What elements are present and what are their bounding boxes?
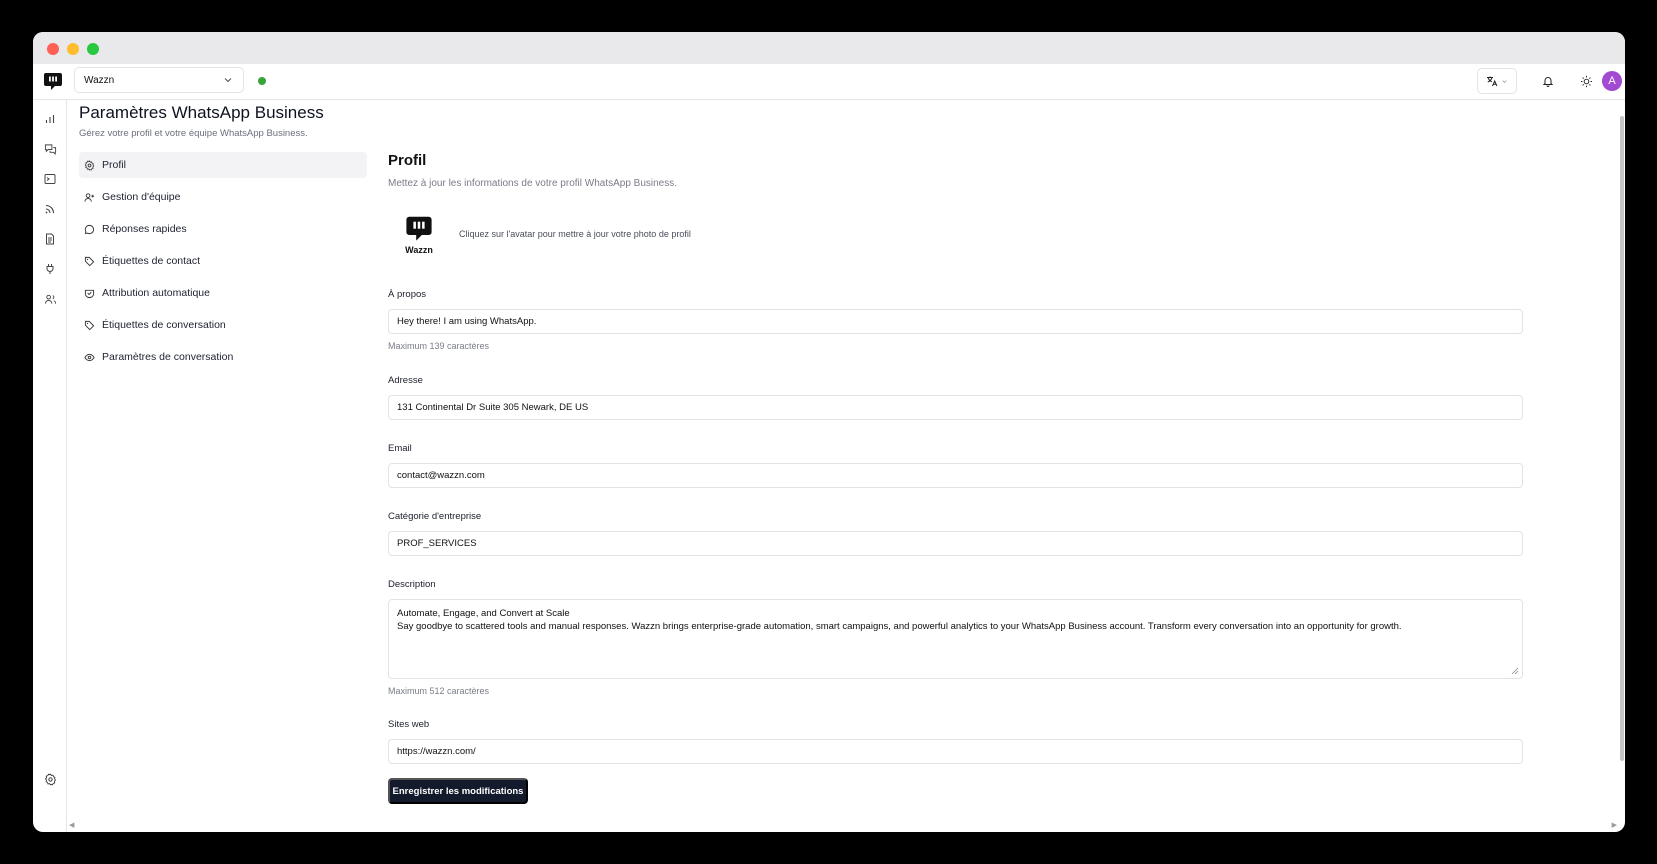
icon-sidebar bbox=[33, 100, 67, 832]
vertical-scrollbar[interactable] bbox=[1619, 116, 1625, 761]
scroll-right-icon[interactable]: ▶ bbox=[1612, 821, 1617, 829]
websites-input[interactable]: https://wazzn.com/ bbox=[388, 739, 1523, 764]
page-title: Paramètres WhatsApp Business bbox=[79, 103, 324, 122]
theme-toggle-button[interactable] bbox=[1575, 70, 1597, 92]
settings-subnav: Profil Gestion d'équipe Réponses rapides… bbox=[79, 152, 367, 376]
subnav-item-label: Paramètres de conversation bbox=[102, 351, 234, 363]
subnav-item-team[interactable]: Gestion d'équipe bbox=[79, 184, 367, 210]
subnav-item-label: Étiquettes de conversation bbox=[102, 319, 226, 331]
profile-avatar[interactable]: Wazzn bbox=[388, 214, 450, 255]
section-description: Mettez à jour les informations de votre … bbox=[388, 178, 678, 189]
tag-icon bbox=[84, 320, 95, 330]
bar-chart-icon[interactable] bbox=[41, 110, 59, 128]
subnav-item-quick-replies[interactable]: Réponses rapides bbox=[79, 216, 367, 242]
about-field-group: À propos Hey there! I am using WhatsApp.… bbox=[388, 284, 1523, 351]
workspace-select-value: Wazzn bbox=[84, 74, 115, 86]
chat-bubble-icon bbox=[84, 224, 95, 234]
subnav-item-conversation-tags[interactable]: Étiquettes de conversation bbox=[79, 312, 367, 338]
translate-icon bbox=[1487, 76, 1498, 87]
title-bar bbox=[33, 32, 1625, 64]
description-label: Description bbox=[388, 579, 436, 590]
subnav-item-label: Attribution automatique bbox=[102, 287, 210, 299]
profile-avatar-name: Wazzn bbox=[405, 244, 433, 255]
top-bar: Wazzn A bbox=[33, 64, 1625, 100]
about-label: À propos bbox=[388, 289, 427, 300]
messages-icon[interactable] bbox=[41, 140, 59, 158]
description-field-group: Description Automate, Engage, and Conver… bbox=[388, 574, 1523, 696]
profile-avatar-row: Wazzn Cliquez sur l'avatar pour mettre à… bbox=[388, 211, 1523, 257]
about-helper: Maximum 139 caractères bbox=[388, 341, 490, 351]
document-icon[interactable] bbox=[41, 230, 59, 248]
plug-icon[interactable] bbox=[41, 260, 59, 278]
connection-status-dot bbox=[258, 77, 266, 85]
subnav-item-conversation-settings[interactable]: Paramètres de conversation bbox=[79, 344, 367, 370]
subnav-item-label: Gestion d'équipe bbox=[102, 191, 181, 203]
language-button[interactable] bbox=[1477, 68, 1517, 94]
subnav-item-label: Étiquettes de contact bbox=[102, 255, 201, 267]
category-input[interactable]: PROF_SERVICES bbox=[388, 531, 1523, 556]
terminal-icon[interactable] bbox=[41, 170, 59, 188]
workspace-select[interactable]: Wazzn bbox=[74, 67, 244, 93]
subnav-item-label: Profil bbox=[102, 159, 126, 171]
rss-icon[interactable] bbox=[41, 200, 59, 218]
subnav-item-contact-tags[interactable]: Étiquettes de contact bbox=[79, 248, 367, 274]
subnav-item-profil[interactable]: Profil bbox=[79, 152, 367, 178]
category-label: Catégorie d'entreprise bbox=[388, 511, 482, 522]
notifications-button[interactable] bbox=[1537, 70, 1559, 92]
minimize-window-button[interactable] bbox=[67, 43, 79, 55]
subnav-item-auto-assign[interactable]: Attribution automatique bbox=[79, 280, 367, 306]
address-field-group: Adresse 131 Continental Dr Suite 305 New… bbox=[388, 370, 1523, 420]
maximize-window-button[interactable] bbox=[87, 43, 99, 55]
category-field-group: Catégorie d'entreprise PROF_SERVICES bbox=[388, 506, 1523, 556]
profile-avatar-hint: Cliquez sur l'avatar pour mettre à jour … bbox=[459, 229, 691, 239]
email-field-group: Email contact@wazzn.com bbox=[388, 438, 1523, 488]
scroll-left-icon[interactable]: ◀ bbox=[69, 821, 74, 829]
shield-check-icon bbox=[84, 289, 95, 298]
description-line-1: Automate, Engage, and Convert at Scale bbox=[397, 608, 570, 619]
subnav-item-label: Réponses rapides bbox=[102, 223, 187, 235]
websites-label: Sites web bbox=[388, 719, 430, 730]
horizontal-scrollbar[interactable]: ◀ ▶ bbox=[69, 820, 1617, 830]
address-label: Adresse bbox=[388, 375, 423, 386]
wazzn-logo-icon bbox=[406, 216, 432, 241]
app-window: Wazzn A Paramètres WhatsApp Business Gér… bbox=[33, 32, 1625, 832]
email-label: Email bbox=[388, 443, 412, 454]
page-subtitle: Gérez votre profil et votre équipe Whats… bbox=[79, 128, 308, 139]
settings-icon[interactable] bbox=[41, 770, 59, 788]
eye-icon bbox=[84, 353, 95, 361]
scrollbar-thumb[interactable] bbox=[1620, 116, 1624, 761]
tag-icon bbox=[84, 256, 95, 266]
section-title: Profil bbox=[388, 152, 427, 169]
profile-section: Profil Mettez à jour les informations de… bbox=[388, 152, 1523, 804]
bell-icon bbox=[1542, 77, 1554, 87]
wazzn-logo-icon[interactable] bbox=[43, 71, 63, 91]
websites-field-group: Sites web https://wazzn.com/ bbox=[388, 714, 1523, 764]
close-window-button[interactable] bbox=[47, 43, 59, 55]
about-input[interactable]: Hey there! I am using WhatsApp. bbox=[388, 309, 1523, 334]
gear-icon bbox=[84, 159, 95, 171]
user-avatar-initial: A bbox=[1608, 75, 1616, 87]
user-avatar[interactable]: A bbox=[1602, 71, 1622, 91]
description-line-2: Say goodbye to scattered tools and manua… bbox=[397, 621, 1402, 632]
sun-icon bbox=[1580, 75, 1592, 87]
description-textarea[interactable]: Automate, Engage, and Convert at Scale S… bbox=[388, 599, 1523, 679]
chevron-down-icon bbox=[224, 78, 232, 83]
save-button[interactable]: Enregistrer les modifications bbox=[388, 778, 528, 804]
users-icon[interactable] bbox=[41, 290, 59, 308]
resize-grip-icon[interactable] bbox=[1511, 667, 1519, 675]
address-input[interactable]: 131 Continental Dr Suite 305 Newark, DE … bbox=[388, 395, 1523, 420]
chevron-down-icon bbox=[1502, 79, 1507, 83]
email-input[interactable]: contact@wazzn.com bbox=[388, 463, 1523, 488]
description-helper: Maximum 512 caractères bbox=[388, 686, 490, 696]
user-plus-icon bbox=[84, 192, 95, 202]
